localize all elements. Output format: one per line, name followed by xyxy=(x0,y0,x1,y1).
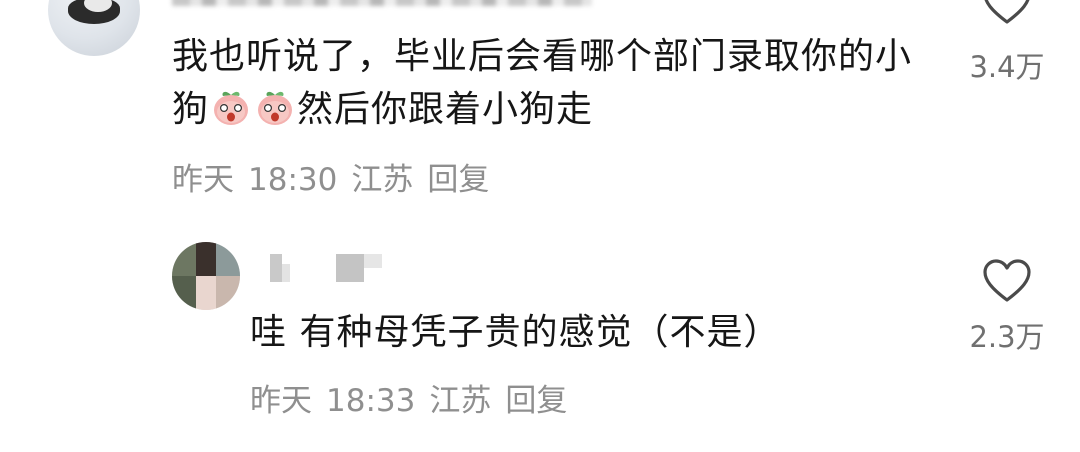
avatar[interactable] xyxy=(172,242,240,310)
comment-item: 哇 有种母凭子贵的感觉（不是） 昨天 18:33 江苏 回复 2.3万 xyxy=(0,210,1080,452)
heart-icon xyxy=(984,0,1030,24)
like-count: 3.4万 xyxy=(969,50,1045,84)
comment-text: 哇 有种母凭子贵的感觉（不是） xyxy=(250,312,781,353)
comment-time: 18:30 xyxy=(248,162,338,198)
peach-face-emoji-icon xyxy=(258,91,293,125)
comment-item: 我也听说了，毕业后会看哪个部门录取你的小狗 然后你跟着小狗走 昨天 18:30 江苏… xyxy=(0,0,1080,210)
like-count: 2.3万 xyxy=(969,320,1045,354)
like-button[interactable]: 3.4万 xyxy=(962,0,1052,86)
reply-button[interactable]: 回复 xyxy=(505,383,567,419)
comment-text: 我也听说了，毕业后会看哪个部门录取你的小狗 然后你跟着小狗走 xyxy=(172,30,912,136)
comment-date: 昨天 xyxy=(172,162,234,198)
comment-date: 昨天 xyxy=(250,383,312,419)
username-blurred[interactable] xyxy=(172,0,592,6)
comment-location: 江苏 xyxy=(351,162,414,198)
peach-face-emoji-icon xyxy=(214,91,249,125)
reply-button[interactable]: 回复 xyxy=(427,162,489,198)
heart-icon xyxy=(983,259,1031,302)
comment-location: 江苏 xyxy=(429,383,492,419)
comment-meta: 昨天 18:30 江苏 回复 xyxy=(172,154,503,199)
comment-time: 18:33 xyxy=(326,383,416,419)
avatar[interactable] xyxy=(48,0,140,56)
username-blurred[interactable] xyxy=(270,254,390,284)
like-button[interactable]: 2.3万 xyxy=(962,258,1052,356)
comment-meta: 昨天 18:33 江苏 回复 xyxy=(250,375,581,420)
comment-text-part2: 然后你跟着小狗走 xyxy=(297,89,594,130)
